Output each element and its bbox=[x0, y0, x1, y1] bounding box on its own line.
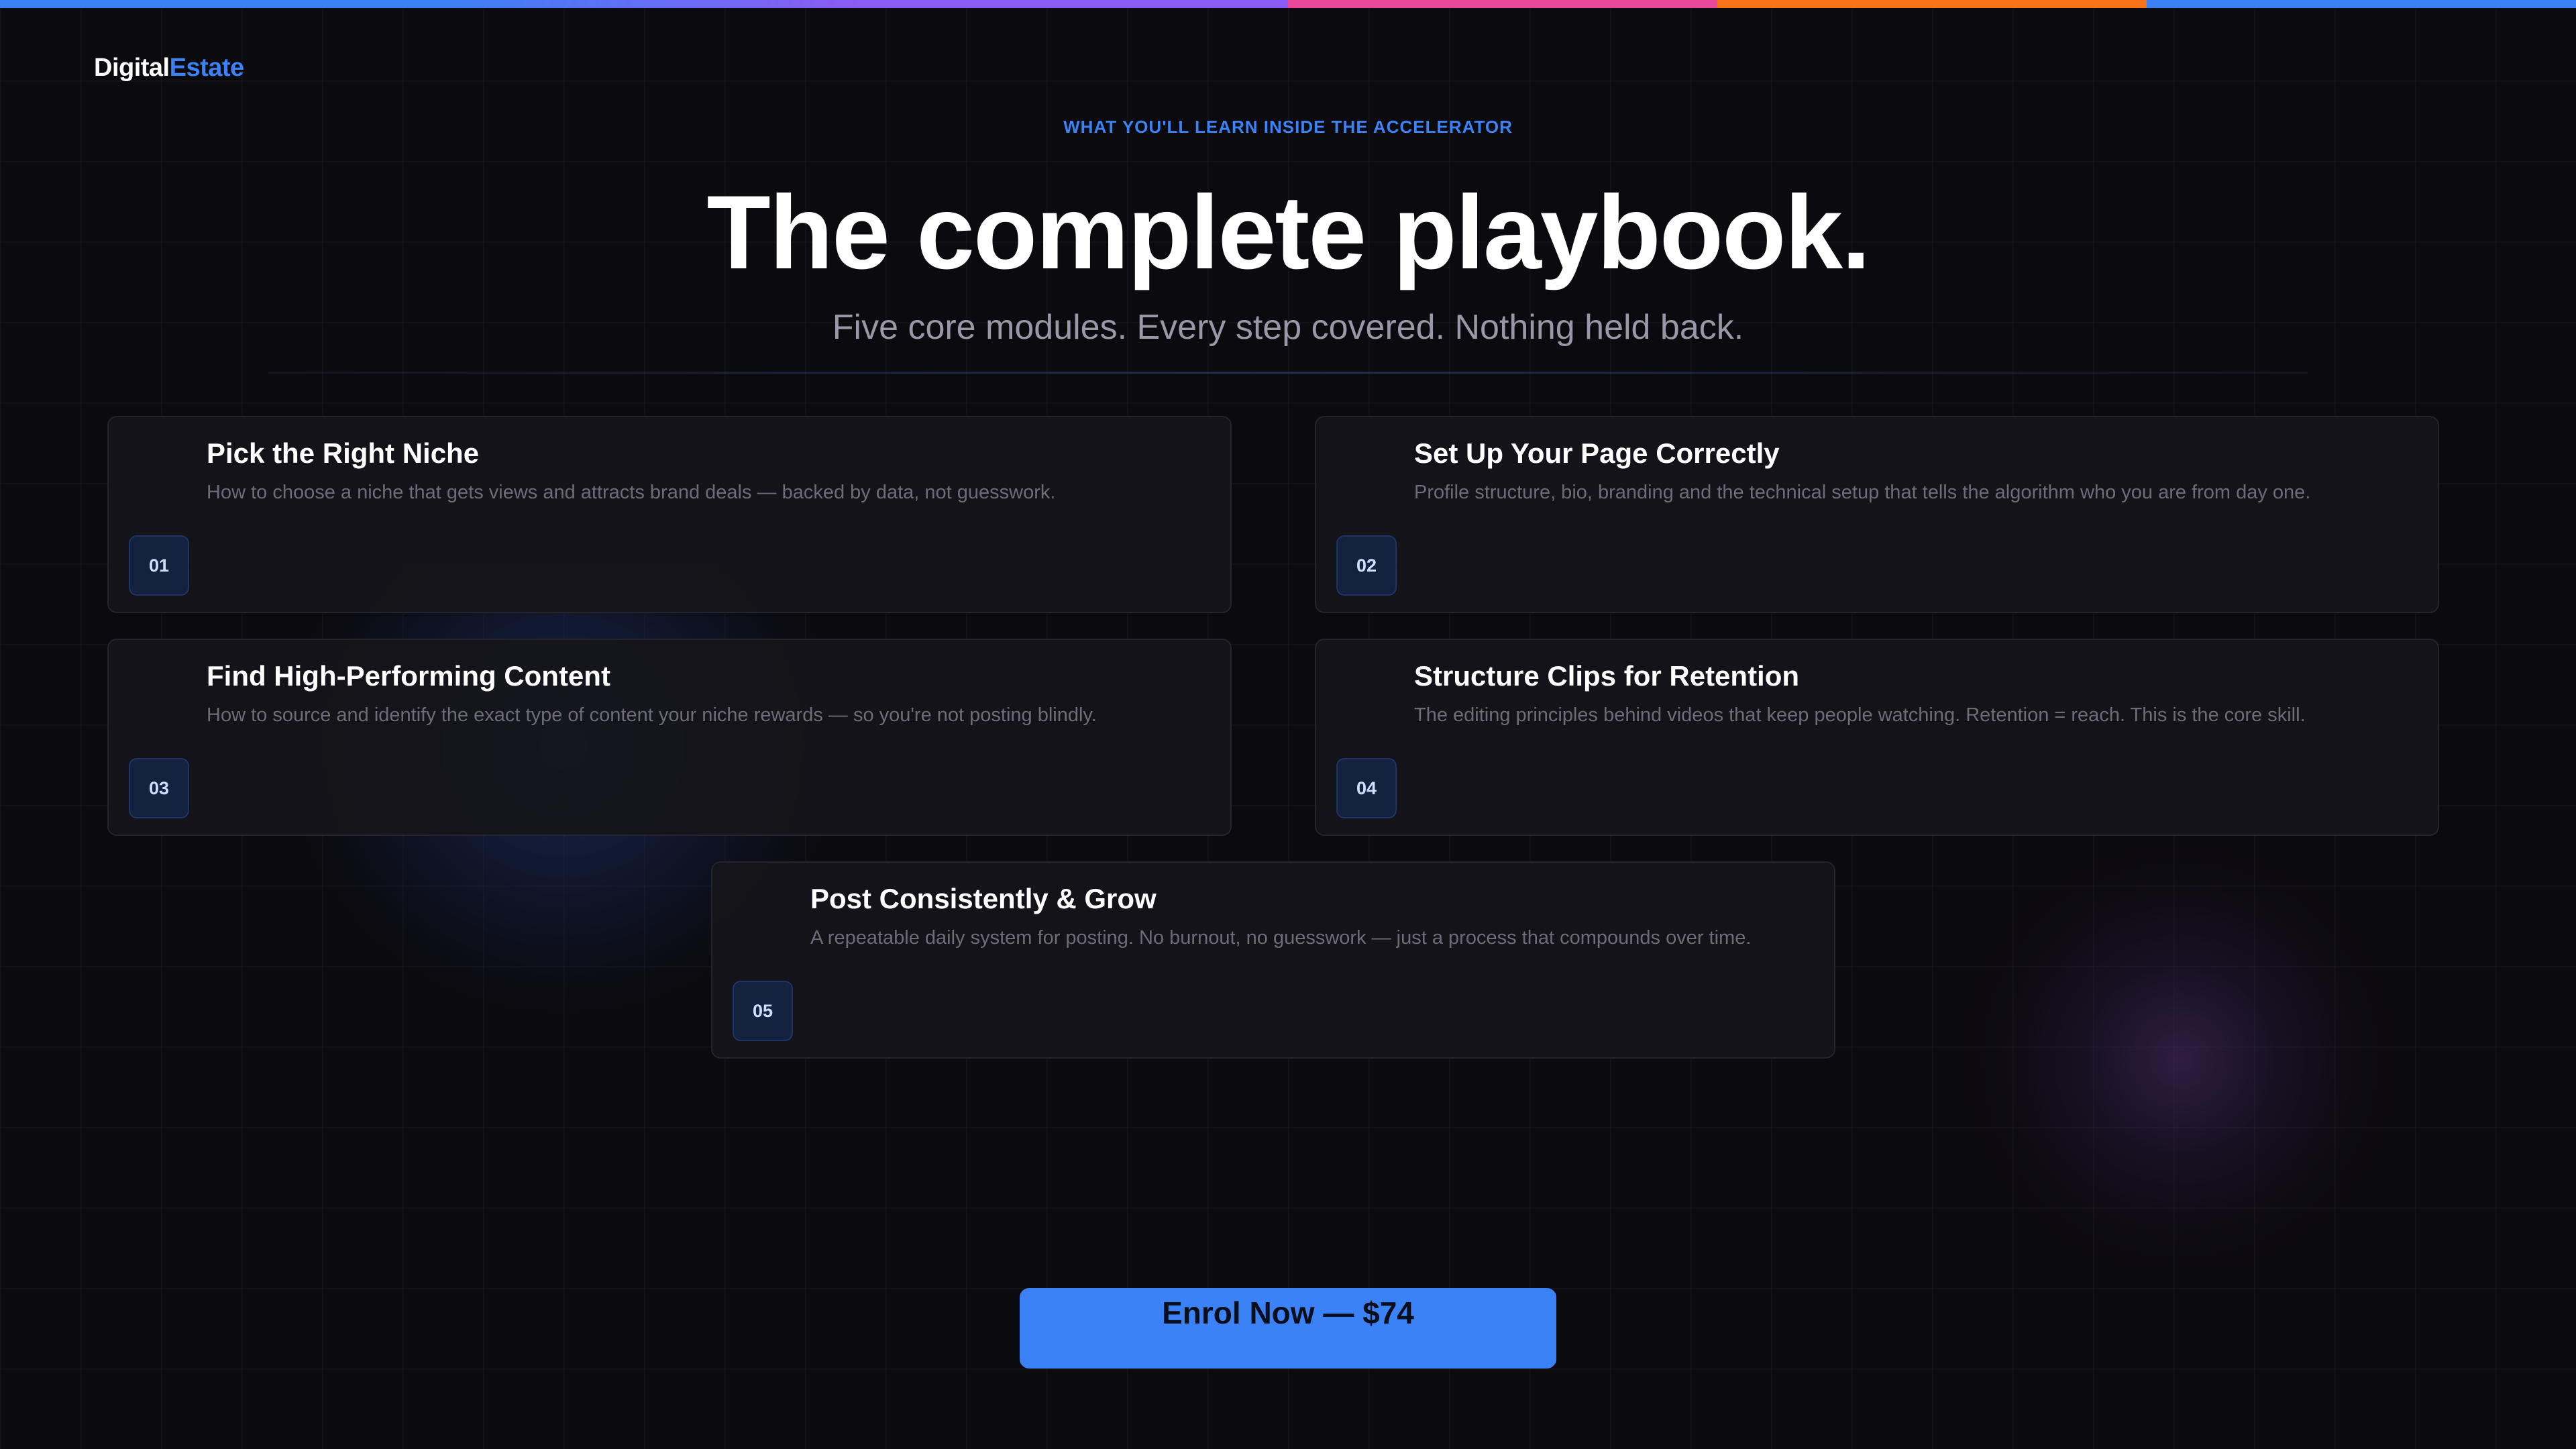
top-bar-segment-purple bbox=[859, 0, 1288, 8]
module-description: How to choose a niche that gets views an… bbox=[207, 482, 1056, 503]
module-description: The editing principles behind videos tha… bbox=[1414, 704, 2306, 726]
module-title: Set Up Your Page Correctly bbox=[1414, 437, 1780, 469]
brand-logo[interactable]: DigitalEstate bbox=[94, 54, 244, 83]
module-card-1[interactable]: Pick the Right Niche How to choose a nic… bbox=[107, 416, 1232, 613]
module-title: Structure Clips for Retention bbox=[1414, 660, 1800, 692]
module-card-4[interactable]: Structure Clips for Retention The editin… bbox=[1315, 639, 2439, 836]
logo-text-digital: Digital bbox=[94, 54, 170, 82]
slide-root: DigitalEstate WHAT YOU'LL LEARN INSIDE T… bbox=[0, 0, 2576, 1449]
top-bar-segment-blue bbox=[0, 0, 429, 8]
module-number-badge: 04 bbox=[1336, 758, 1397, 818]
module-description: Profile structure, bio, branding and the… bbox=[1414, 482, 2311, 503]
section-divider bbox=[268, 372, 2308, 374]
page-subtitle: Five core modules. Every step covered. N… bbox=[832, 308, 1744, 347]
top-bar-segment-orange bbox=[1717, 0, 2147, 8]
module-card-3[interactable]: Find High-Performing Content How to sour… bbox=[107, 639, 1232, 836]
module-description: A repeatable daily system for posting. N… bbox=[810, 927, 1752, 949]
enrol-now-button[interactable]: Enrol Now — $74 bbox=[1020, 1288, 1556, 1368]
top-bar-segment-blue-2 bbox=[2147, 0, 2576, 8]
module-description: How to source and identify the exact typ… bbox=[207, 704, 1097, 726]
module-title: Post Consistently & Grow bbox=[810, 883, 1157, 914]
background-glow-purple bbox=[1945, 845, 2415, 1275]
logo-text-estate: Estate bbox=[169, 54, 245, 82]
section-eyebrow: WHAT YOU'LL LEARN INSIDE THE ACCELERATOR bbox=[1063, 117, 1513, 137]
top-bar-segment-violet bbox=[429, 0, 859, 8]
module-card-2[interactable]: Set Up Your Page Correctly Profile struc… bbox=[1315, 416, 2439, 613]
module-number-badge: 05 bbox=[733, 981, 793, 1041]
module-card-5[interactable]: Post Consistently & Grow A repeatable da… bbox=[711, 861, 1835, 1059]
top-bar-segment-pink bbox=[1288, 0, 1717, 8]
module-title: Pick the Right Niche bbox=[207, 437, 480, 469]
module-number-badge: 03 bbox=[129, 758, 189, 818]
module-number-badge: 01 bbox=[129, 535, 189, 596]
module-title: Find High-Performing Content bbox=[207, 660, 610, 692]
gradient-top-bar bbox=[0, 0, 2576, 8]
page-title: The complete playbook. bbox=[706, 174, 1870, 291]
module-number-badge: 02 bbox=[1336, 535, 1397, 596]
